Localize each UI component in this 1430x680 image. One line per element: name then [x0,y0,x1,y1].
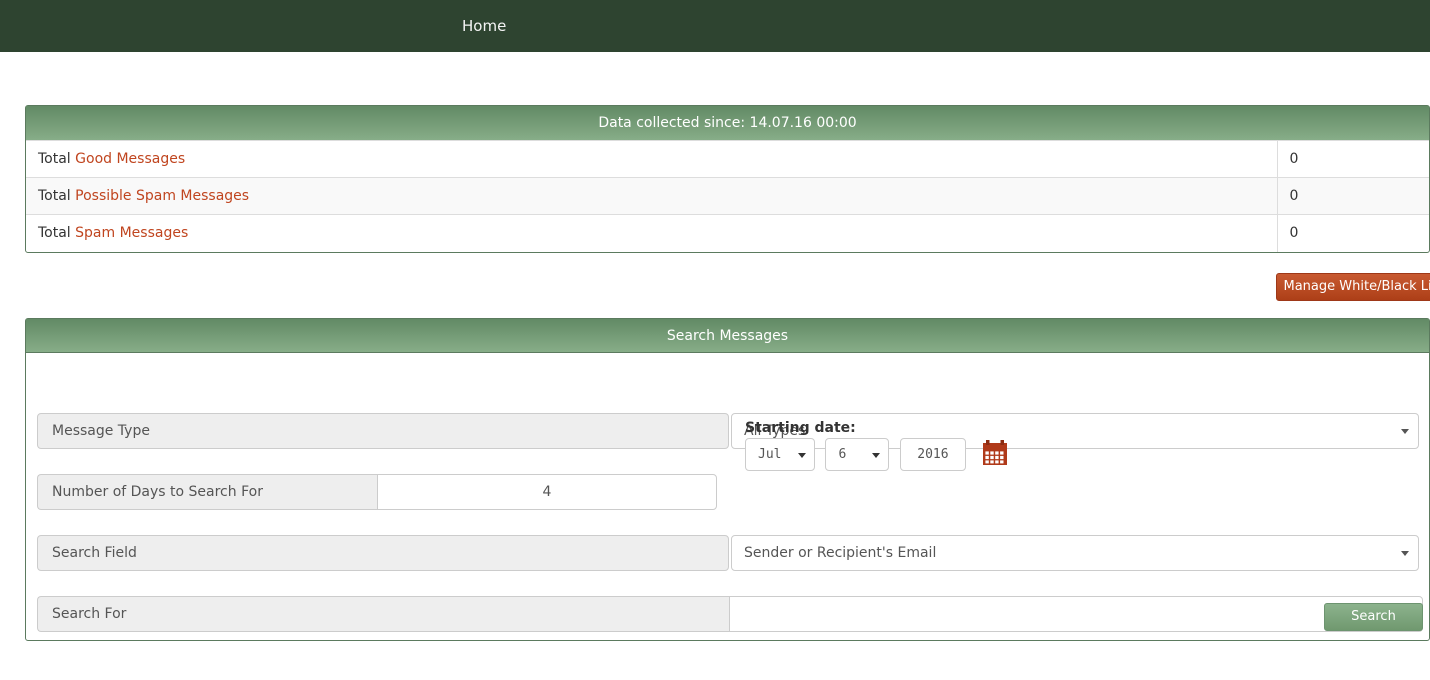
search-panel-body: Message Type All Types Number of Days to… [26,353,1429,640]
search-panel-title: Search Messages [26,319,1429,353]
summary-row-value-spam: 0 [1277,214,1429,252]
chevron-down-icon [798,452,806,458]
row-prefix: Total [38,188,71,204]
starting-date-label: Starting date: [745,420,856,436]
summary-row-value-possible-spam: 0 [1277,177,1429,215]
search-field-label: Search Field [37,535,729,571]
search-button[interactable]: Search [1324,603,1423,631]
summary-row-value-good: 0 [1277,140,1429,178]
summary-panel: Data collected since: 14.07.16 00:00 Tot… [25,105,1430,253]
date-year-input[interactable]: 2016 [899,438,966,471]
date-day-value: 6 [838,447,847,462]
summary-row-label-good: Total Good Messages [26,140,1278,178]
calendar-icon[interactable] [982,440,1008,470]
row-prefix: Total [38,151,71,167]
row-prefix: Total [38,225,71,242]
date-month-select[interactable]: Jul [745,438,815,471]
message-type-row: Message Type [37,413,729,449]
date-day-select[interactable]: 6 [825,438,890,471]
search-for-input[interactable] [729,596,1423,632]
search-field-selected-value: Sender or Recipient's Email [744,545,937,561]
link-good-messages[interactable]: Good Messages [75,151,185,167]
table-row: Total Possible Spam Messages 0 [26,177,1429,215]
summary-row-label-spam: Total Spam Messages [26,214,1278,252]
search-for-label: Search For [37,596,729,632]
days-input[interactable]: 4 [377,474,717,510]
table-row: Total Spam Messages 0 [26,214,1429,252]
search-field-select[interactable]: Sender or Recipient's Email [731,535,1419,571]
chevron-down-icon [1401,551,1409,556]
chevron-down-icon [872,452,881,458]
starting-date-group: Jul 6 2016 [745,438,1008,471]
days-row: Number of Days to Search For 4 [37,474,717,510]
summary-row-label-possible-spam: Total Possible Spam Messages [26,177,1278,215]
chevron-down-icon [1401,429,1409,434]
search-for-row: Search For [37,596,1423,632]
message-type-label: Message Type [37,413,729,449]
link-possible-spam-messages[interactable]: Possible Spam Messages [75,188,249,204]
nav-item-home[interactable]: Home [440,0,528,52]
summary-panel-title: Data collected since: 14.07.16 00:00 [26,106,1429,140]
date-month-value: Jul [758,447,782,462]
manage-white-black-list-button[interactable]: Manage White/Black List [1276,273,1430,301]
days-label: Number of Days to Search For [37,474,377,510]
search-messages-panel: Search Messages Message Type All Types N… [25,318,1430,641]
search-field-select-wrap: Sender or Recipient's Email [731,535,1419,571]
link-spam-messages[interactable]: Spam Messages [75,225,188,241]
search-field-row: Search Field [37,535,729,571]
table-row: Total Good Messages 0 [26,140,1429,178]
summary-table: Total Good Messages 0 Total Possible Spa… [26,140,1429,252]
top-navbar: Home [0,0,1430,52]
